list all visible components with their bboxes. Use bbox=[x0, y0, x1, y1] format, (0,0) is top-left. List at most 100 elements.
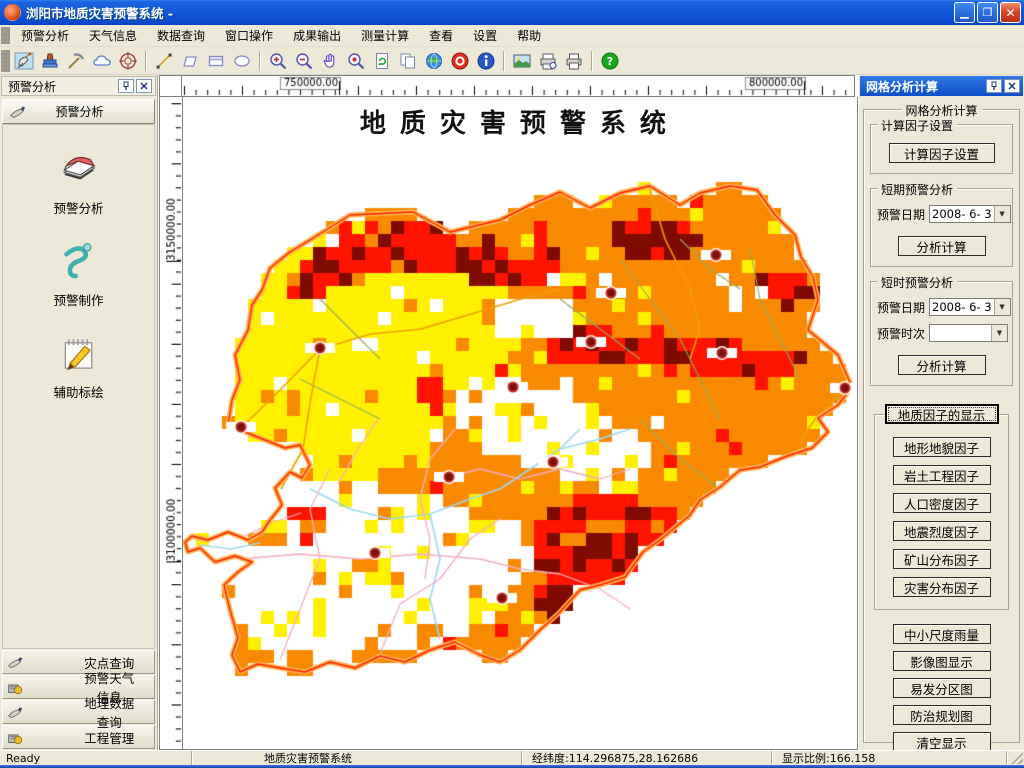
left-panel-item-label: 预警分析 bbox=[53, 201, 104, 216]
map-canvas[interactable] bbox=[182, 97, 857, 726]
layer-button-易发分区图[interactable]: 易发分区图 bbox=[892, 678, 991, 698]
pin-icon[interactable] bbox=[118, 79, 134, 93]
menu-item-查看[interactable]: 查看 bbox=[419, 25, 463, 46]
chevron-down-icon[interactable]: ▼ bbox=[993, 299, 1010, 315]
warning-time-combobox[interactable]: ▼ bbox=[929, 324, 1008, 342]
factor-button-人口密度因子[interactable]: 人口密度因子 bbox=[892, 493, 991, 513]
toolbar-separator bbox=[259, 50, 261, 71]
sidebar-item-工程管理[interactable]: 工程管理 bbox=[2, 725, 155, 749]
left-panel-item-label: 预警制作 bbox=[53, 293, 104, 308]
toolbar-image-icon[interactable] bbox=[510, 49, 534, 73]
factor-setting-group: 计算因子设置 计算因子设置 bbox=[870, 117, 1013, 174]
right-panel-close-icon[interactable] bbox=[1004, 79, 1020, 93]
left-panel-titlebar: 预警分析 bbox=[1, 76, 156, 96]
toolbar-help-icon[interactable]: ? bbox=[598, 49, 622, 73]
map-area: 地质灾害预警系统 bbox=[158, 75, 858, 750]
warning-time-value bbox=[930, 325, 991, 341]
toolbar-zoom-out-icon[interactable] bbox=[292, 49, 316, 73]
warning-analysis-icon bbox=[55, 145, 101, 194]
toolbar-cloud-icon[interactable] bbox=[90, 49, 114, 73]
pin-icon[interactable] bbox=[986, 79, 1002, 93]
weather-project-icon bbox=[7, 729, 69, 746]
left-panel-header[interactable]: 预警分析 bbox=[2, 99, 155, 124]
factor-button-地震烈度因子[interactable]: 地震烈度因子 bbox=[892, 521, 991, 541]
short-time-legend: 短时预警分析 bbox=[877, 274, 958, 291]
warning-date-combobox[interactable]: 2008- 6- 3 ▼ bbox=[929, 298, 1011, 316]
toolbar-polygon-icon[interactable] bbox=[178, 49, 202, 73]
map-layer-buttons: 中小尺度雨量 影像图显示易发分区图防治规划图清空显示 bbox=[868, 624, 1015, 750]
warning-date-combobox[interactable]: 2008- 6- 3 ▼ bbox=[929, 205, 1011, 223]
toolbar-globe-icon[interactable] bbox=[422, 49, 446, 73]
factor-setting-button[interactable]: 计算因子设置 bbox=[888, 143, 995, 163]
maximize-button[interactable]: ❐ bbox=[977, 2, 998, 23]
warning-time-label: 预警时次 bbox=[877, 326, 926, 341]
left-panel-item-辅助标绘[interactable]: 辅助标绘 bbox=[53, 329, 104, 401]
left-panel-item-预警制作[interactable]: 预警制作 bbox=[53, 237, 104, 309]
toolbar-pan-icon[interactable] bbox=[318, 49, 342, 73]
toolbar-grip-handle[interactable] bbox=[1, 49, 10, 72]
menu-item-设置[interactable]: 设置 bbox=[463, 25, 507, 46]
left-panel-close-icon[interactable] bbox=[136, 79, 152, 93]
menu-item-数据查询[interactable]: 数据查询 bbox=[147, 25, 215, 46]
resize-grip[interactable] bbox=[1007, 751, 1024, 765]
toolbar-print-preview-icon[interactable] bbox=[536, 49, 560, 73]
toolbar-line-icon[interactable] bbox=[152, 49, 176, 73]
right-panel-titlebar: 网格分析计算 bbox=[860, 76, 1023, 96]
hand-stamp-icon bbox=[7, 704, 69, 721]
svg-text:?: ? bbox=[607, 55, 613, 68]
left-panel-bottom-stack: 灾点查询 预警天气信息 地理数据查询 工程管理 bbox=[2, 649, 155, 749]
menu-item-帮助[interactable]: 帮助 bbox=[507, 25, 551, 46]
left-panel-title: 预警分析 bbox=[8, 79, 57, 94]
toolbar-ellipse-icon[interactable] bbox=[230, 49, 254, 73]
app-logo-icon bbox=[4, 4, 21, 21]
left-panel-item-预警分析[interactable]: 预警分析 bbox=[53, 145, 104, 217]
menu-item-天气信息[interactable]: 天气信息 bbox=[79, 25, 147, 46]
close-button[interactable]: ✕ bbox=[1000, 2, 1021, 23]
toolbar-print-icon[interactable] bbox=[562, 49, 586, 73]
sidebar-item-label: 工程管理 bbox=[84, 730, 135, 746]
layer-button-防治规划图[interactable]: 防治规划图 bbox=[892, 705, 991, 725]
status-panel-1: 地质灾害预警系统 bbox=[192, 751, 522, 765]
menu-item-成果输出[interactable]: 成果输出 bbox=[283, 25, 351, 46]
warning-date-label: 预警日期 bbox=[877, 300, 926, 315]
minimize-button[interactable]: ▁ bbox=[954, 2, 975, 23]
short-time-analyze-button[interactable]: 分析计算 bbox=[897, 355, 986, 375]
factor-button-地形地貌因子[interactable]: 地形地貌因子 bbox=[892, 437, 991, 457]
toolbar-zoom-in-icon[interactable] bbox=[266, 49, 290, 73]
menu-item-测量计算[interactable]: 测量计算 bbox=[351, 25, 419, 46]
menu-item-窗口操作[interactable]: 窗口操作 bbox=[215, 25, 283, 46]
chevron-down-icon[interactable]: ▼ bbox=[993, 206, 1010, 222]
toolbar-target-icon[interactable] bbox=[116, 49, 140, 73]
toolbar-rectangle-icon[interactable] bbox=[204, 49, 228, 73]
toolbar-satellite-dish-icon[interactable] bbox=[12, 49, 36, 73]
menubar-grip-handle[interactable] bbox=[1, 27, 10, 44]
factor-button-岩土工程因子[interactable]: 岩土工程因子 bbox=[892, 465, 991, 485]
factor-button-矿山分布因子[interactable]: 矿山分布因子 bbox=[892, 549, 991, 569]
toolbar-zoom-extent-icon[interactable] bbox=[344, 49, 368, 73]
toolbar-stamp-icon[interactable] bbox=[38, 49, 62, 73]
layer-button-中小尺度雨量[interactable]: 中小尺度雨量 bbox=[892, 624, 991, 644]
toolbar-copy-icon[interactable] bbox=[396, 49, 420, 73]
short-term-analyze-button[interactable]: 分析计算 bbox=[897, 236, 986, 256]
toolbar-refresh-icon[interactable] bbox=[370, 49, 394, 73]
menu-item-预警分析[interactable]: 预警分析 bbox=[11, 25, 79, 46]
status-panel-2: 经纬度:114.296875,28.162686 bbox=[522, 751, 772, 765]
layer-button-影像图显示[interactable]: 影像图显示 bbox=[892, 651, 991, 671]
factor-setting-legend: 计算因子设置 bbox=[877, 117, 958, 134]
toolbar-info-icon[interactable] bbox=[474, 49, 498, 73]
chevron-down-icon[interactable]: ▼ bbox=[991, 325, 1007, 341]
left-panel-header-label: 预警分析 bbox=[55, 105, 104, 119]
warning-make-icon bbox=[55, 237, 101, 286]
toolbar-pick-icon[interactable] bbox=[64, 49, 88, 73]
sidebar-item-地理数据查询[interactable]: 地理数据查询 bbox=[2, 696, 155, 730]
toolbar-stop-icon[interactable] bbox=[448, 49, 472, 73]
warning-date-value: 2008- 6- 3 bbox=[932, 207, 992, 221]
vertical-ruler bbox=[159, 97, 183, 750]
geology-factor-display-button[interactable]: 地质因子的显示 bbox=[884, 404, 999, 424]
layer-button-清空显示[interactable]: 清空显示 bbox=[892, 732, 991, 750]
factor-button-灾害分布因子[interactable]: 灾害分布因子 bbox=[892, 577, 991, 597]
window-title: 浏阳市地质灾害预警系统 - bbox=[26, 6, 174, 21]
short-term-group: 短期预警分析 预警日期 2008- 6- 3 ▼ 分析计算 bbox=[870, 181, 1013, 267]
factor-buttons-group: 地形地貌因子 岩土工程因子 人口密度因子 地震烈度因子 矿山分布因子 灾害分布因子 bbox=[874, 414, 1009, 610]
horizontal-ruler bbox=[182, 75, 855, 97]
